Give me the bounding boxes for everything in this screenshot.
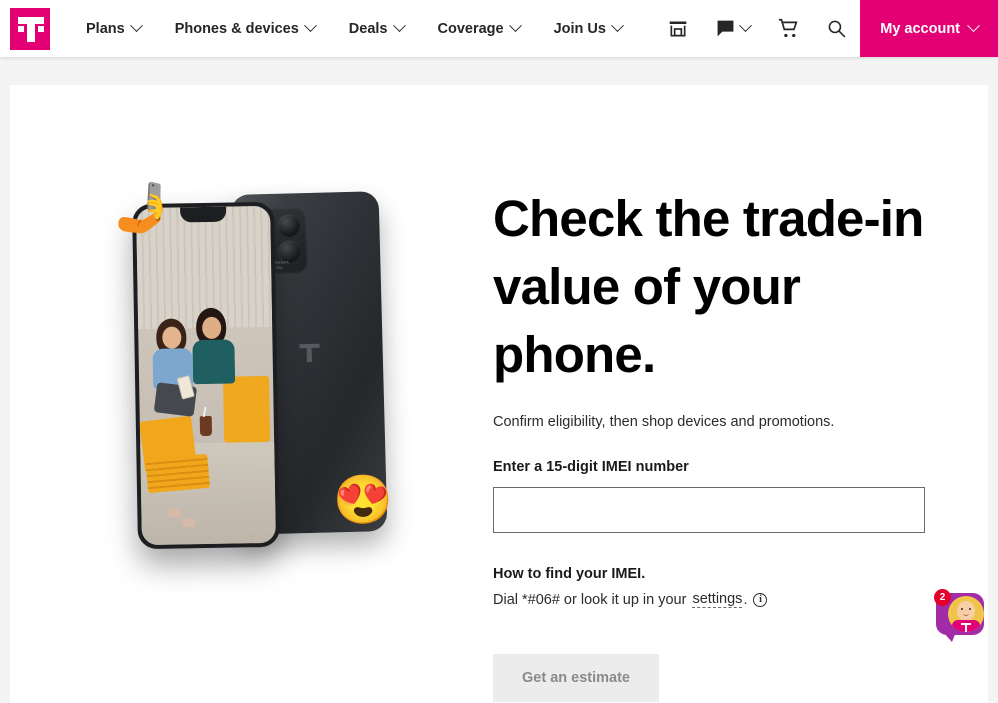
search-button[interactable] [812,0,860,57]
chevron-down-icon [967,19,980,33]
phone-front-view [132,201,280,550]
chat-agent-avatar [948,596,984,632]
imei-dial-instructions: Dial *#06# or look it up in your [493,591,687,608]
imei-field-label: Enter a 15-digit IMEI number [493,459,689,476]
nav-label: Coverage [437,20,504,37]
nav-item-phones-devices[interactable]: Phones & devices [158,0,332,57]
nav-item-plans[interactable]: Plans [86,0,158,57]
trade-in-content-card: CAMERA PIXEL 🤳 😍 Check the trade-in valu… [10,85,988,703]
phone-screen-photo [136,205,276,546]
store-locator-button[interactable] [654,0,702,57]
page-title: Check the trade-in value of your phone. [493,190,924,383]
page-subtitle: Confirm eligibility, then shop devices a… [493,414,835,431]
info-icon[interactable]: i [753,592,768,607]
nav-label: Deals [348,20,388,37]
heart-eyes-emoji-icon: 😍 [333,474,393,527]
phone-notch [180,206,227,223]
imei-input[interactable] [493,487,925,534]
chat-unread-badge: 2 [934,589,951,606]
sentence-period: . [743,591,748,608]
get-an-estimate-button[interactable]: Get an estimate [493,654,659,703]
selfie-emoji-icon: 🤳 [113,182,173,235]
how-to-find-imei-title: How to find your IMEI. [493,566,646,583]
chevron-down-icon [611,19,624,33]
chevron-down-icon [739,19,753,33]
nav-label: Join Us [553,20,606,37]
chevron-down-icon [508,19,522,33]
cart-button[interactable] [764,0,812,57]
my-account-button[interactable]: My account [860,0,998,57]
hero-phone-illustration: CAMERA PIXEL 🤳 😍 [105,185,425,575]
my-account-label: My account [880,20,960,37]
chevron-down-icon [303,19,317,33]
tmobile-logo-link[interactable] [0,0,50,57]
main-navigation: Plans Phones & devices Deals Coverage Jo… [86,0,639,57]
cart-icon [778,18,798,38]
site-header: Plans Phones & devices Deals Coverage Jo… [0,0,998,57]
chat-assistant-widget[interactable]: 2 [934,589,990,642]
chevron-down-icon [129,19,143,33]
tmobile-logo-icon [297,341,322,366]
settings-tooltip-link[interactable]: settings [692,591,743,609]
nav-item-deals[interactable]: Deals [332,0,421,57]
chat-icon [717,20,734,37]
header-actions: My account [654,0,998,57]
how-to-find-imei-text: Dial *#06# or look it up in your setting… [493,591,933,609]
store-icon [669,21,687,36]
nav-item-join-us[interactable]: Join Us [537,0,639,57]
tmobile-logo-icon [10,7,50,50]
nav-label: Phones & devices [174,20,299,37]
nav-item-coverage[interactable]: Coverage [421,0,537,57]
trade-in-form-column: Check the trade-in value of your phone. … [493,185,933,703]
chat-menu-button[interactable] [702,0,764,57]
nav-label: Plans [86,20,125,37]
search-icon [828,20,845,38]
chevron-down-icon [392,19,406,33]
